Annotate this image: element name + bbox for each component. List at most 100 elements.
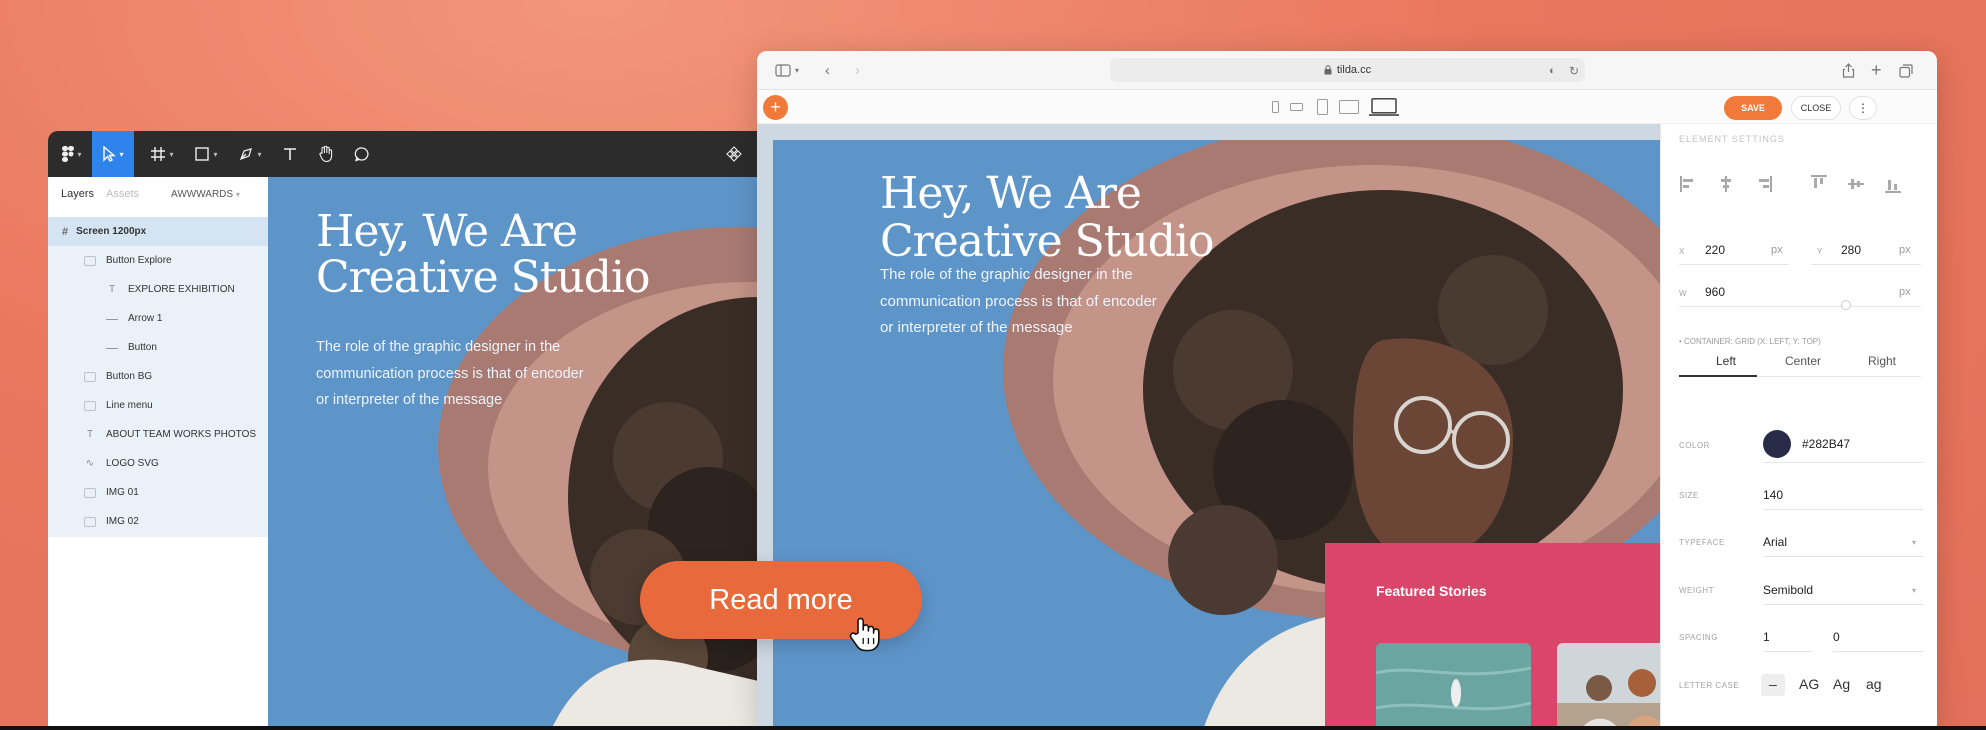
layer-label: Button [128,342,157,353]
y-input[interactable]: 280 [1841,243,1861,257]
weight-label: WEIGHT [1679,586,1714,595]
line-icon [106,348,118,349]
figma-canvas[interactable]: Hey, We Are Creative Studio The role of … [268,177,808,730]
align-left-icon [1680,176,1693,192]
new-tab-button[interactable]: + [1871,51,1882,90]
layer-item[interactable]: IMG 01 [48,478,268,507]
hero-subtitle[interactable]: The role of the graphic designer in the … [880,262,1157,342]
case-none-button[interactable]: – [1761,674,1785,696]
layer-item[interactable]: Line menu [48,391,268,420]
address-bar[interactable]: tilda.cc [1110,58,1585,82]
w-input[interactable]: 960 [1705,285,1725,299]
story-thumbnail[interactable] [1557,643,1660,730]
tab-align-left[interactable]: Left [1716,354,1736,368]
sidebar-toggle-button[interactable]: ▾ [775,51,799,90]
reload-button[interactable]: ↻ [1569,51,1579,90]
figma-toolbar: ▾ ▾ ▾ ▾ ▾ [48,131,808,177]
hero-block[interactable]: Hey, We Are Creative Studio The role of … [773,140,1660,730]
tab-layers[interactable]: Layers [61,188,94,200]
add-block-button[interactable]: + [763,95,788,120]
color-swatch[interactable] [1763,430,1791,458]
frame-icon [151,147,166,161]
chevron-down-icon: ▾ [235,189,240,199]
layer-label: ABOUT TEAM WORKS PHOTOS [106,429,257,440]
share-icon [1842,63,1855,78]
case-capitalize-button[interactable]: Ag [1833,676,1850,692]
align-left-button[interactable] [1679,174,1699,194]
back-button[interactable]: ‹ [825,51,830,90]
line-spacing-input[interactable]: 1 [1763,630,1770,644]
layer-item[interactable]: T EXPLORE EXHIBITION [48,275,268,304]
case-upper-button[interactable]: AG [1799,676,1819,692]
weight-select[interactable]: Semibold [1763,583,1813,597]
layer-item[interactable]: Arrow 1 [48,304,268,333]
tab-assets[interactable]: Assets [106,188,139,200]
more-options-button[interactable]: ⋮ [1849,96,1877,120]
element-settings-panel: ELEMENT SETTINGS X 220 px Y 280 px W 960… [1660,124,1937,730]
forward-button[interactable]: › [855,51,860,90]
hand-tool-button[interactable] [310,131,342,177]
pen-icon [240,148,253,161]
width-slider-handle[interactable] [1841,300,1851,310]
story-thumbnail[interactable] [1376,643,1531,730]
align-right-button[interactable] [1753,174,1773,194]
align-bottom-button[interactable] [1883,174,1903,194]
plus-icon: + [1871,60,1882,80]
move-tool-button[interactable]: ▾ [92,131,134,177]
size-input[interactable]: 140 [1763,488,1783,502]
layer-label: LOGO SVG [106,458,159,469]
tab-align-center[interactable]: Center [1785,354,1821,368]
container-hint: • CONTAINER: GRID (X: LEFT, Y: TOP) [1679,337,1821,346]
text-icon [284,148,296,160]
tilda-editor-toolbar: + SAVE CLOSE ⋮ [757,90,1937,124]
device-tablet-button[interactable] [1317,90,1328,124]
chevron-down-icon: ▾ [119,149,124,159]
align-top-button[interactable] [1809,174,1829,194]
url-text: tilda.cc [1336,64,1372,76]
case-lower-button[interactable]: ag [1866,676,1882,692]
layer-label: EXPLORE EXHIBITION [128,284,235,295]
layer-item[interactable]: ∿ LOGO SVG [48,449,268,478]
device-tablet-landscape-button[interactable] [1339,90,1359,124]
layer-item[interactable]: IMG 02 [48,507,268,536]
rect-icon [84,400,96,411]
align-middle-button[interactable] [1846,174,1866,194]
hero-title[interactable]: Hey, We Are Creative Studio [880,170,1214,266]
components-button[interactable] [720,131,748,177]
shape-tool-button[interactable]: ▾ [186,131,226,177]
close-button[interactable]: CLOSE [1791,96,1841,120]
save-button[interactable]: SAVE [1724,96,1782,120]
layer-item[interactable]: Button [48,333,268,362]
layer-item[interactable]: Button Explore [48,246,268,275]
letter-spacing-input[interactable]: 0 [1833,630,1840,644]
privacy-report-button[interactable]: ◐ [1549,51,1556,90]
device-mobile-landscape-button[interactable] [1290,90,1303,124]
color-input[interactable]: #282B47 [1802,437,1850,451]
page-selector-label: AWWWARDS [171,188,234,200]
device-desktop-button[interactable] [1369,90,1399,124]
typeface-select[interactable]: Arial [1763,535,1787,549]
browser-window: ▾ ‹ › tilda.cc ◐ ↻ + + SAVE CLOSE ⋮ Hey,… [757,51,1937,730]
align-center-h-button[interactable] [1716,174,1736,194]
share-button[interactable] [1842,51,1855,90]
comment-tool-button[interactable] [346,131,378,177]
page-selector[interactable]: AWWWARDS ▾ [171,189,240,200]
device-mobile-small-button[interactable] [1272,90,1279,124]
active-tab-indicator [1679,375,1757,377]
x-input[interactable]: 220 [1705,243,1725,257]
tabs-overview-button[interactable] [1899,51,1913,90]
tab-align-right[interactable]: Right [1868,354,1896,368]
pen-tool-button[interactable]: ▾ [230,131,270,177]
layer-item[interactable]: T ABOUT TEAM WORKS PHOTOS [48,420,268,449]
layer-item[interactable]: Button BG [48,362,268,391]
rectangle-icon [195,147,210,161]
featured-stories-card[interactable]: Featured Stories [1325,543,1660,730]
hero-subtitle: The role of the graphic designer in the … [316,334,584,414]
frame-tool-button[interactable]: ▾ [142,131,182,177]
text-tool-button[interactable] [274,131,306,177]
divider [1811,264,1921,265]
layer-item[interactable]: # Screen 1200px [48,217,268,246]
align-top-icon [1811,175,1827,188]
figma-menu-button[interactable]: ▾ [54,131,90,177]
layer-tree: # Screen 1200px Button Explore T EXPLORE… [48,217,268,537]
